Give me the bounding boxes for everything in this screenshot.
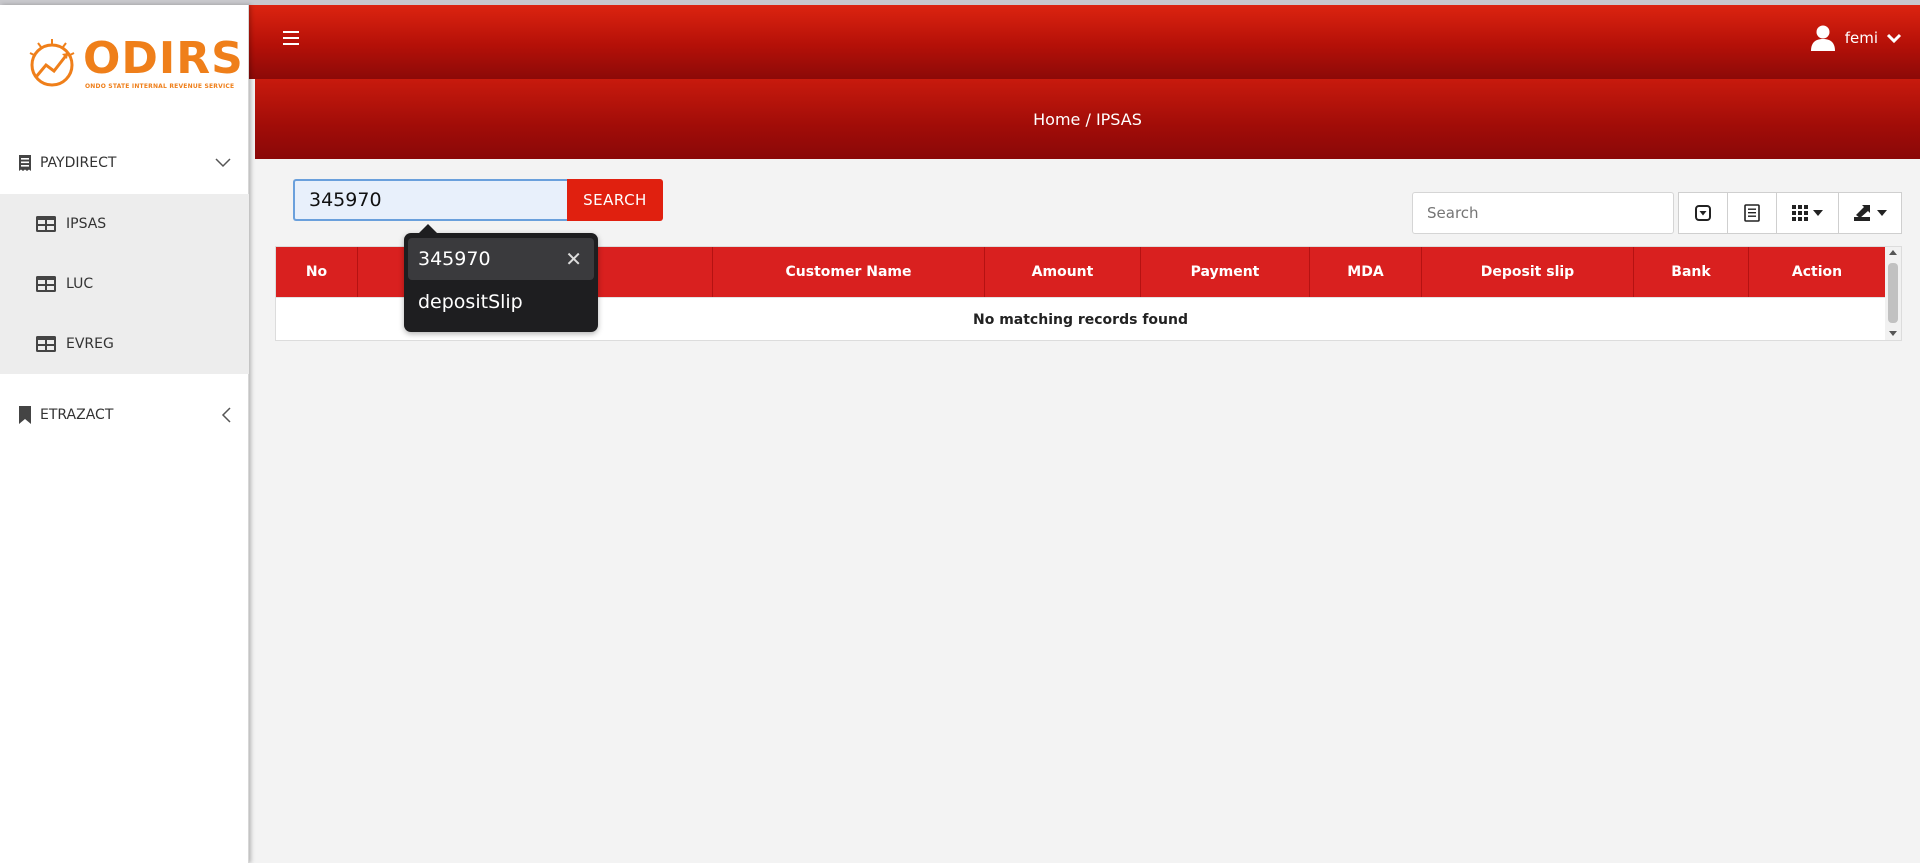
nav-head-label: PAYDIRECT <box>40 155 117 171</box>
export-menu-button[interactable] <box>1838 192 1902 234</box>
download-icon <box>1853 205 1870 221</box>
odirs-logo[interactable]: ODIRS ONDO STATE INTERNAL REVENUE SERVIC… <box>24 35 243 95</box>
autocomplete-suggestion[interactable]: 345970 ✕ <box>408 238 594 280</box>
caret-square-down-icon <box>1695 205 1711 221</box>
sidebar: ODIRS ONDO STATE INTERNAL REVENUE SERVIC… <box>0 5 249 863</box>
sidebar-item-label: IPSAS <box>66 216 107 232</box>
list-alt-icon <box>1744 204 1760 222</box>
breadcrumb-band: Home / IPSAS <box>255 79 1920 159</box>
column-header-no[interactable]: No <box>276 247 358 297</box>
caret-down-icon <box>1876 210 1887 216</box>
table-icon <box>36 276 56 292</box>
receipt-icon <box>19 155 31 171</box>
column-header-bank[interactable]: Bank <box>1634 247 1749 297</box>
toggle-detail-button[interactable] <box>1678 192 1728 234</box>
scroll-down-arrow-icon[interactable] <box>1889 331 1897 336</box>
caret-down-icon <box>1813 210 1823 216</box>
autocomplete-suggestion-text: 345970 <box>418 248 491 270</box>
sidebar-item-ipsas[interactable]: IPSAS <box>0 194 249 254</box>
nav-submenu-paydirect: IPSAS LUC EVREG <box>0 194 249 374</box>
bookmark-icon <box>19 406 31 424</box>
close-icon[interactable]: ✕ <box>565 247 582 271</box>
menu-toggle-icon[interactable] <box>283 31 299 45</box>
deposit-slip-search-input[interactable] <box>293 179 567 221</box>
chevron-down-icon <box>1886 33 1902 43</box>
sidebar-item-label: EVREG <box>66 336 114 352</box>
scroll-thumb[interactable] <box>1888 263 1898 323</box>
nav-head-paydirect[interactable]: PAYDIRECT <box>0 132 249 194</box>
search-button[interactable]: SEARCH <box>567 179 663 221</box>
table-search-input[interactable] <box>1412 192 1674 234</box>
sidebar-item-evreg[interactable]: EVREG <box>0 314 249 374</box>
user-menu[interactable]: femi <box>1810 25 1902 51</box>
column-header-amount[interactable]: Amount <box>985 247 1141 297</box>
column-header-payment[interactable]: Payment <box>1141 247 1310 297</box>
column-header-customer-name[interactable]: Customer Name <box>713 247 985 297</box>
nav-head-etrazact[interactable]: ETRAZACT <box>0 384 249 446</box>
autocomplete-dropdown: 345970 ✕ depositSlip <box>404 224 598 332</box>
logo-wordmark: ODIRS <box>83 33 244 84</box>
user-name: femi <box>1844 29 1878 47</box>
logo-emblem-icon <box>29 39 75 87</box>
column-header-mda[interactable]: MDA <box>1310 247 1422 297</box>
table-icon <box>36 336 56 352</box>
top-header: femi <box>249 5 1920 79</box>
chevron-left-icon <box>221 407 231 423</box>
autocomplete-suggestion[interactable]: depositSlip <box>418 291 523 313</box>
table-toolbar <box>1678 192 1902 234</box>
nav-head-label: ETRAZACT <box>40 407 114 423</box>
user-icon <box>1810 25 1835 51</box>
logo-subtitle: ONDO STATE INTERNAL REVENUE SERVICE <box>85 83 235 90</box>
column-header-deposit-slip[interactable]: Deposit slip <box>1422 247 1634 297</box>
columns-menu-button[interactable] <box>1776 192 1839 234</box>
breadcrumb: Home / IPSAS <box>1033 109 1142 129</box>
chevron-down-icon <box>215 158 231 168</box>
scroll-up-arrow-icon[interactable] <box>1889 250 1897 255</box>
sidebar-item-label: LUC <box>66 276 94 292</box>
grid-icon <box>1792 205 1808 221</box>
table-icon <box>36 216 56 232</box>
nav-group-etrazact: ETRAZACT <box>0 384 249 446</box>
sidebar-item-luc[interactable]: LUC <box>0 254 249 314</box>
table-scrollbar[interactable] <box>1885 247 1901 340</box>
column-header-action[interactable]: Action <box>1749 247 1885 297</box>
toggle-view-button[interactable] <box>1727 192 1777 234</box>
nav-group-paydirect: PAYDIRECT IPSAS LUC EVREG <box>0 132 249 374</box>
